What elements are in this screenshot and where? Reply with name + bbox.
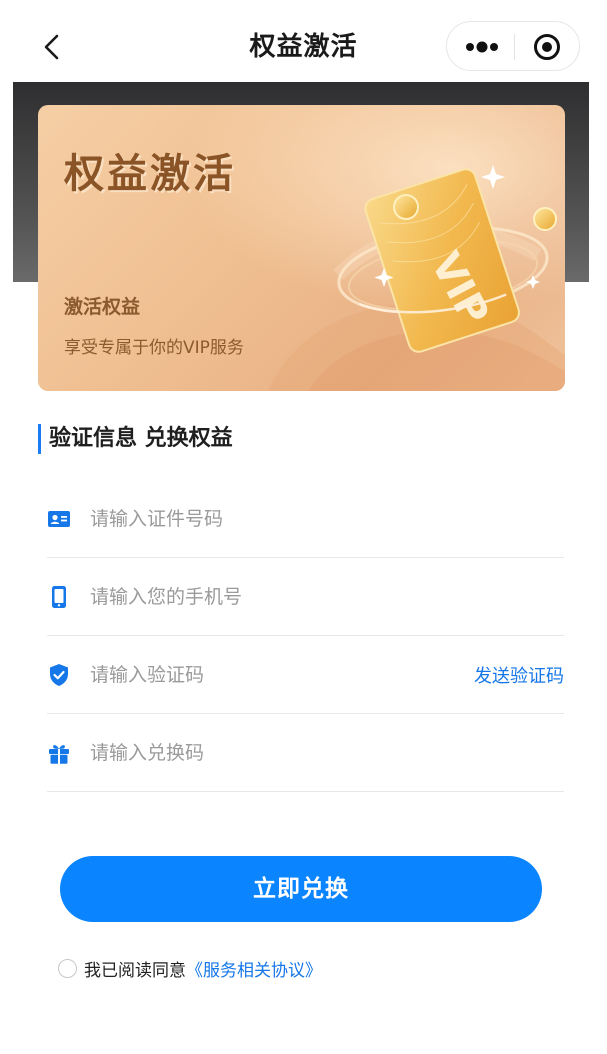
verification-code-input[interactable] (90, 656, 420, 694)
more-dots-icon (466, 41, 498, 53)
agreement-checkbox[interactable] (58, 958, 77, 978)
section-title: 验证信息 兑换权益 (38, 424, 233, 454)
more-button[interactable] (447, 22, 514, 72)
vip-card-illustration: VIP (337, 165, 557, 353)
phone-row (47, 558, 564, 636)
redeem-code-row (47, 714, 564, 792)
banner-description: 享受专属于你的VIP服务 (64, 338, 244, 358)
id-card-icon (48, 511, 70, 527)
redeem-code-input[interactable] (90, 734, 470, 772)
gift-icon (49, 745, 69, 764)
agreement-link[interactable]: 《服务相关协议》 (186, 956, 322, 981)
agreement-text: 我已阅读同意 (84, 960, 186, 981)
shield-check-icon (50, 664, 68, 686)
banner-subtitle: 激活权益 (64, 296, 141, 318)
rights-banner: 权益激活 激活权益 享受专属于你的VIP服务 VIP (38, 105, 565, 391)
target-close-icon (534, 34, 560, 60)
id-number-row (47, 480, 564, 558)
close-button[interactable] (515, 22, 581, 72)
navigation-bar: 权益激活 (0, 0, 607, 82)
phone-icon (52, 586, 66, 608)
verification-form: 发送验证码 (47, 480, 564, 792)
capsule-menu (446, 21, 580, 71)
id-number-input[interactable] (90, 500, 470, 538)
phone-input[interactable] (90, 578, 470, 616)
redeem-now-button[interactable]: 立即兑换 (60, 856, 542, 922)
agreement-row: 我已阅读同意 《服务相关协议》 (58, 956, 322, 981)
banner-title: 权益激活 (64, 151, 236, 197)
verification-code-row: 发送验证码 (47, 636, 564, 714)
send-code-button[interactable]: 发送验证码 (474, 662, 564, 688)
